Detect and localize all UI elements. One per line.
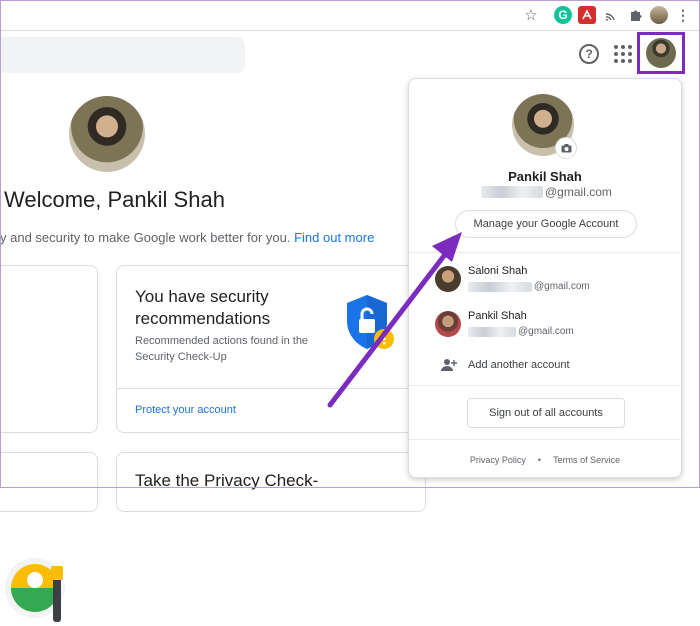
card-divider bbox=[117, 388, 425, 389]
footer-separator: • bbox=[537, 455, 542, 465]
security-card[interactable]: You have security recommendations Recomm… bbox=[116, 265, 426, 433]
account-item-saloni[interactable]: Saloni Shah @gmail.com bbox=[409, 260, 681, 300]
puzzle-icon[interactable] bbox=[627, 6, 645, 24]
camera-glyph bbox=[561, 143, 571, 152]
privacy-card[interactable]: Take the Privacy Check- bbox=[116, 452, 426, 512]
puzzle-glyph bbox=[631, 10, 642, 21]
card-partial-left-2 bbox=[0, 452, 98, 512]
help-icon[interactable]: ? bbox=[579, 44, 599, 64]
account-illustration-icon bbox=[5, 558, 65, 622]
account-item-pankil[interactable]: Pankil Shah @gmail.com bbox=[409, 305, 681, 345]
adobe-glyph bbox=[582, 9, 592, 20]
camera-icon[interactable] bbox=[555, 137, 577, 159]
person-add-glyph bbox=[441, 359, 457, 371]
star-icon[interactable]: ☆ bbox=[522, 6, 540, 24]
adobe-icon[interactable] bbox=[578, 6, 596, 24]
avatar bbox=[435, 311, 461, 337]
popup-name: Pankil Shah bbox=[508, 169, 582, 184]
add-account-label: Add another account bbox=[468, 359, 570, 371]
divider bbox=[409, 439, 681, 440]
redacted-email bbox=[481, 186, 543, 198]
cast-icon[interactable] bbox=[603, 6, 621, 24]
popup-footer: Privacy Policy • Terms of Service bbox=[409, 455, 681, 465]
find-out-more-link[interactable]: Find out more bbox=[294, 230, 374, 245]
divider bbox=[409, 252, 681, 253]
terms-of-service-link[interactable]: Terms of Service bbox=[553, 455, 620, 465]
privacy-card-title: Take the Privacy Check- bbox=[135, 471, 319, 490]
subtitle-text: y and security to make Google work bette… bbox=[0, 230, 291, 245]
redacted-email bbox=[468, 281, 532, 292]
card-partial-left bbox=[0, 265, 98, 622]
privacy-policy-link[interactable]: Privacy Policy bbox=[470, 455, 526, 465]
add-account-item[interactable]: Add another account bbox=[409, 355, 681, 377]
search-input[interactable] bbox=[0, 37, 245, 73]
avatar bbox=[435, 266, 461, 292]
browser-toolbar: ☆ G ⋮ bbox=[0, 0, 700, 31]
email-suffix: @gmail.com bbox=[534, 281, 590, 292]
account-email: @gmail.com bbox=[468, 281, 590, 292]
manage-account-button[interactable]: Manage your Google Account bbox=[455, 210, 637, 238]
profile-picture[interactable] bbox=[69, 96, 145, 172]
security-card-description: Recommended actions found in the Securit… bbox=[135, 335, 309, 363]
avatar bbox=[646, 38, 676, 68]
sign-out-button[interactable]: Sign out of all accounts bbox=[467, 398, 625, 428]
popup-email: @gmail.com bbox=[481, 185, 612, 199]
account-avatar-button[interactable] bbox=[637, 32, 685, 74]
divider bbox=[409, 385, 681, 386]
shield-lock-icon bbox=[347, 295, 394, 349]
protect-account-link[interactable]: Protect your account bbox=[135, 404, 236, 416]
cast-glyph bbox=[605, 13, 615, 21]
email-suffix: @gmail.com bbox=[545, 185, 612, 199]
page-title: Welcome, Pankil Shah bbox=[4, 187, 225, 212]
apps-grid-icon[interactable] bbox=[614, 45, 632, 63]
person-add-icon bbox=[441, 358, 457, 375]
account-name: Saloni Shah bbox=[468, 265, 528, 277]
security-card-title: You have security recommendations bbox=[135, 287, 271, 328]
account-name: Pankil Shah bbox=[468, 310, 527, 322]
redacted-email bbox=[468, 326, 516, 337]
kebab-menu-icon[interactable]: ⋮ bbox=[674, 6, 692, 24]
browser-profile-avatar[interactable] bbox=[650, 6, 668, 24]
subtitle: y and security to make Google work bette… bbox=[0, 230, 374, 245]
account-email: @gmail.com bbox=[468, 326, 574, 337]
email-suffix: @gmail.com bbox=[518, 326, 574, 337]
account-popup: Pankil Shah @gmail.com Manage your Googl… bbox=[408, 78, 682, 478]
grammarly-icon[interactable]: G bbox=[554, 6, 572, 24]
